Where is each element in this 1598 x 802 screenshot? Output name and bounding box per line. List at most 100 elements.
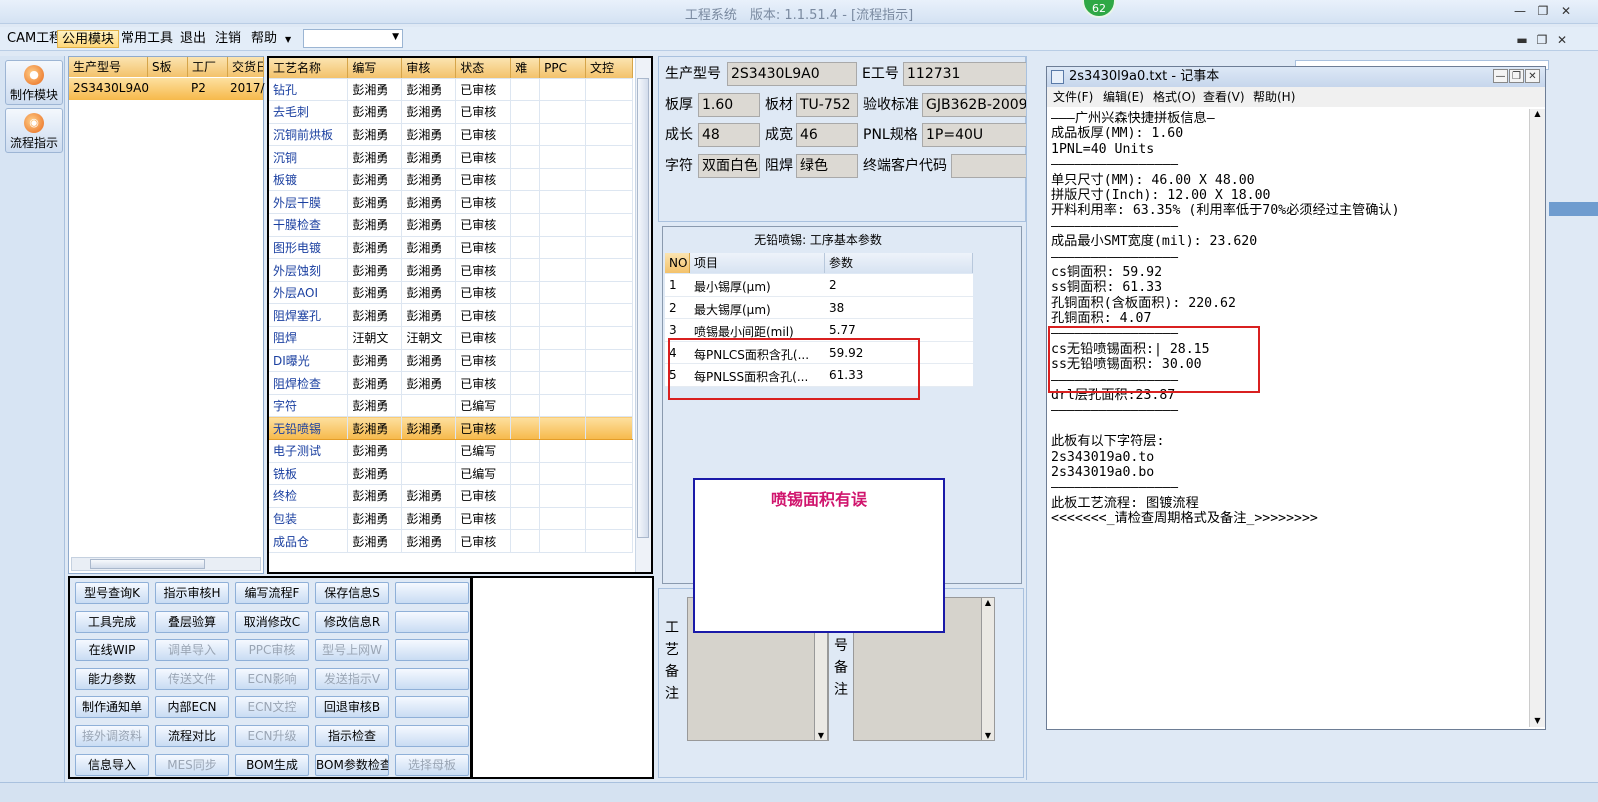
vertical-scrollbar[interactable]: ▲ ▼ <box>1529 109 1545 727</box>
scroll-thumb[interactable] <box>90 559 205 569</box>
mdi-restore-button[interactable]: ❐ <box>1533 32 1551 48</box>
col-header[interactable]: 交货日 <box>228 57 264 77</box>
np-menu-help[interactable]: 帮助(H) <box>1253 87 1295 107</box>
menu-tools[interactable]: 常用工具 <box>117 30 177 48</box>
vertical-scrollbar[interactable]: ▲ ▼ <box>981 597 995 741</box>
col-header[interactable]: 难 <box>510 58 541 79</box>
action-button[interactable] <box>395 610 469 633</box>
action-button[interactable]: 型号上网W <box>315 639 389 662</box>
action-button[interactable]: 选择母板 <box>395 753 469 776</box>
notepad-minimize-button[interactable]: — <box>1493 69 1508 83</box>
np-menu-format[interactable]: 格式(O) <box>1153 87 1196 107</box>
menu-public-module[interactable]: 公用模块 <box>57 30 120 48</box>
action-button[interactable]: 取消修改C <box>235 610 309 633</box>
vertical-scrollbar[interactable] <box>635 58 651 572</box>
action-button[interactable]: 传送文件 <box>155 667 229 690</box>
field-width[interactable]: 46 <box>796 123 858 147</box>
col-header[interactable]: 工厂 <box>188 57 228 77</box>
param-row[interactable]: 1 最小锡厚(μm) 2 <box>665 274 973 297</box>
table-row[interactable]: 板镀 彭湘勇 彭湘勇 已审核 <box>269 168 633 192</box>
table-row[interactable]: 沉铜 彭湘勇 彭湘勇 已审核 <box>269 145 633 169</box>
action-button[interactable]: 型号查询K <box>75 582 149 604</box>
field-thickness[interactable]: 1.60 <box>698 93 760 117</box>
field-customer-code[interactable] <box>951 154 1027 178</box>
action-button[interactable]: 能力参数 <box>75 667 149 690</box>
table-row[interactable]: 阻焊 汪朝文 汪朝文 已审核 <box>269 326 633 350</box>
notepad-close-button[interactable]: ✕ <box>1525 69 1540 83</box>
scroll-thumb[interactable] <box>637 78 649 538</box>
action-button[interactable] <box>395 725 469 747</box>
chevron-down-icon[interactable]: ▼ <box>285 35 291 44</box>
action-button[interactable]: 叠层验算 <box>155 610 229 633</box>
nav-flow-instruction[interactable]: ◉ 流程指示 <box>5 108 63 153</box>
action-button[interactable]: MES同步 <box>155 753 229 776</box>
action-button[interactable]: 指示检查 <box>315 725 389 747</box>
action-button[interactable]: ECN文控 <box>235 696 309 719</box>
table-row[interactable]: 去毛刺 彭湘勇 彭湘勇 已审核 <box>269 100 633 124</box>
action-button[interactable] <box>395 639 469 662</box>
table-row[interactable]: 钻孔 彭湘勇 彭湘勇 已审核 <box>269 78 633 102</box>
table-row[interactable]: 电子测试 彭湘勇 已编写 <box>269 439 633 463</box>
action-button[interactable]: 内部ECN <box>155 696 229 719</box>
notepad-restore-button[interactable]: ❐ <box>1509 69 1524 83</box>
scroll-up-icon[interactable]: ▲ <box>982 598 994 607</box>
action-button[interactable] <box>395 696 469 719</box>
action-button[interactable] <box>395 582 469 604</box>
field-soldermask[interactable]: 绿色 <box>796 154 858 178</box>
col-header[interactable]: 工艺名称 <box>269 58 349 79</box>
notepad-text-area[interactable]: ———广州兴森快捷拼板信息— 成品板厚(MM): 1.60 1PNL=40 Unit… <box>1051 111 1527 727</box>
action-button[interactable]: ECN升级 <box>235 725 309 747</box>
field-e-number[interactable]: 112731 <box>903 62 1027 86</box>
table-row[interactable]: 终检 彭湘勇 彭湘勇 已审核 <box>269 484 633 508</box>
action-button[interactable]: 保存信息S <box>315 582 389 604</box>
col-header[interactable]: 状态 <box>455 58 512 79</box>
action-button[interactable]: 回退审核B <box>315 696 389 719</box>
table-row[interactable]: DI曝光 彭湘勇 彭湘勇 已审核 <box>269 349 633 373</box>
np-menu-edit[interactable]: 编辑(E) <box>1103 87 1144 107</box>
mdi-close-button[interactable]: ✕ <box>1553 32 1571 48</box>
scroll-up-icon[interactable]: ▲ <box>1530 109 1545 118</box>
action-button[interactable]: 流程对比 <box>155 725 229 747</box>
field-model[interactable]: 2S3430L9A0 <box>727 62 857 86</box>
field-pnl[interactable]: 1P=40U <box>922 123 1027 147</box>
action-button[interactable]: 发送指示V <box>315 667 389 690</box>
table-row[interactable]: 成品仓 彭湘勇 彭湘勇 已审核 <box>269 529 633 553</box>
mdi-minimize-button[interactable]: ▬ <box>1513 32 1531 48</box>
action-button[interactable]: 工具完成 <box>75 610 149 633</box>
minimize-button[interactable]: — <box>1511 3 1529 19</box>
col-header[interactable]: PPC <box>539 58 587 79</box>
menu-combo-box[interactable]: ▼ <box>303 29 403 48</box>
table-row[interactable]: 字符 彭湘勇 已编写 <box>269 394 633 418</box>
action-button[interactable]: 修改信息R <box>315 610 389 633</box>
table-row[interactable]: 外层蚀刻 彭湘勇 彭湘勇 已审核 <box>269 258 633 282</box>
action-button[interactable]: 在线WIP <box>75 639 149 662</box>
menu-help[interactable]: 帮助 <box>247 30 281 48</box>
close-button[interactable]: ✕ <box>1557 3 1575 19</box>
table-row[interactable]: 阻焊检查 彭湘勇 彭湘勇 已审核 <box>269 371 633 395</box>
action-button[interactable]: 接外调资料 <box>75 725 149 747</box>
np-menu-file[interactable]: 文件(F) <box>1053 87 1093 107</box>
col-header[interactable]: 编写 <box>347 58 403 79</box>
menu-logout[interactable]: 注销 <box>211 30 245 48</box>
restore-button[interactable]: ❐ <box>1534 3 1552 19</box>
table-row[interactable]: 干膜检查 彭湘勇 彭湘勇 已审核 <box>269 213 633 237</box>
table-row[interactable]: 外层AOI 彭湘勇 彭湘勇 已审核 <box>269 281 633 305</box>
col-header[interactable]: 审核 <box>401 58 457 79</box>
action-button[interactable]: BOM生成 <box>235 753 309 776</box>
table-row[interactable]: 阻焊塞孔 彭湘勇 彭湘勇 已审核 <box>269 303 633 328</box>
table-row[interactable]: 无铅喷锡 彭湘勇 彭湘勇 已审核 <box>269 416 633 440</box>
table-row[interactable]: 铣板 彭湘勇 已编写 <box>269 462 633 486</box>
action-button[interactable]: 调单导入 <box>155 639 229 662</box>
menu-exit[interactable]: 退出 <box>176 30 210 48</box>
field-standard[interactable]: GJB362B-2009 <box>922 93 1027 117</box>
table-row[interactable]: 图形电镀 彭湘勇 彭湘勇 已审核 <box>269 236 633 260</box>
action-button[interactable]: 指示审核H <box>155 582 229 604</box>
scroll-down-icon[interactable]: ▼ <box>982 731 994 740</box>
horizontal-scrollbar[interactable] <box>71 557 261 571</box>
table-row[interactable]: 2S3430L9A0 P2 2017/ <box>69 78 265 100</box>
action-button[interactable]: PPC审核 <box>235 639 309 662</box>
col-header[interactable]: S板 <box>148 57 188 77</box>
scroll-down-icon[interactable]: ▼ <box>815 731 827 740</box>
table-row[interactable]: 外层干膜 彭湘勇 彭湘勇 已审核 <box>269 190 633 215</box>
np-menu-view[interactable]: 查看(V) <box>1203 87 1245 107</box>
